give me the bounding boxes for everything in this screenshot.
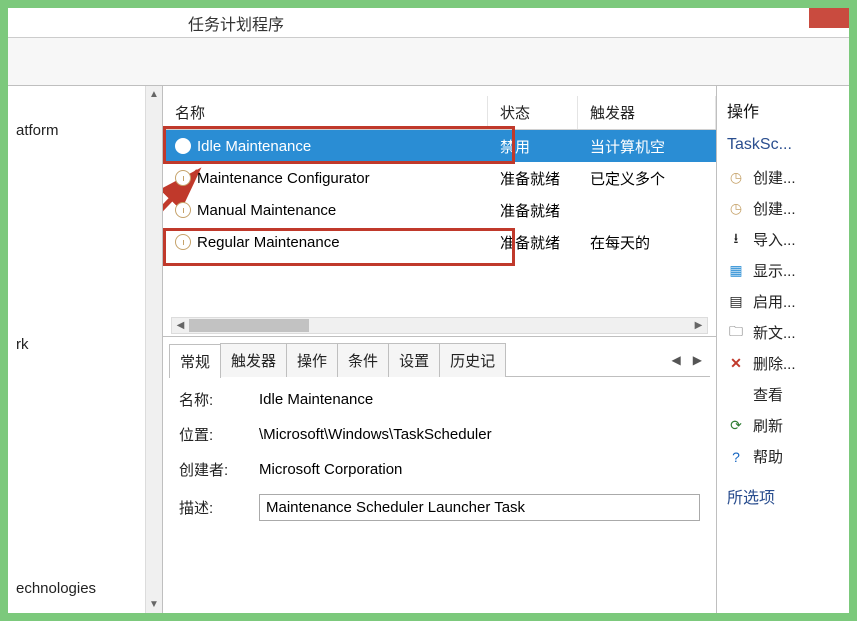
- scroll-down-icon[interactable]: ▼: [146, 596, 162, 613]
- description-input[interactable]: [259, 494, 700, 521]
- tree-pane: atform rk echnologies ▲ ▼: [8, 86, 163, 613]
- tab-history[interactable]: 历史记: [439, 343, 506, 377]
- action-label: 新文...: [753, 322, 796, 343]
- clock-icon: [175, 170, 191, 186]
- action-label: 导入...: [753, 229, 796, 250]
- action-label: 创建...: [753, 167, 796, 188]
- clock-icon: ◷: [727, 169, 745, 187]
- action-label: 显示...: [753, 260, 796, 281]
- action-label: 删除...: [753, 353, 796, 374]
- task-state: 准备就绪: [488, 196, 578, 225]
- action-help[interactable]: ? 帮助: [721, 441, 845, 472]
- action-show[interactable]: ▦ 显示...: [721, 255, 845, 286]
- details-pane: 常规 触发器 操作 条件 设置 历史记 ◀ ▶ 名称: Idle Mainten…: [163, 336, 716, 613]
- refresh-icon: ⟳: [727, 417, 745, 435]
- tab-scroll[interactable]: ◀ ▶: [668, 351, 710, 369]
- action-label: 启用...: [753, 291, 796, 312]
- task-row[interactable]: Maintenance Configurator 准备就绪 已定义多个: [163, 162, 716, 194]
- tree-item[interactable]: echnologies: [8, 574, 162, 603]
- action-label: 查看: [753, 384, 783, 405]
- general-form: 名称: Idle Maintenance 位置: \Microsoft\Wind…: [169, 377, 710, 547]
- task-trigger: [578, 206, 716, 214]
- tab-settings[interactable]: 设置: [388, 343, 440, 377]
- action-label: 帮助: [753, 446, 783, 467]
- center-pane: 名称 状态 触发器 Idle Maintenance 禁用 当计算机空 Main…: [163, 86, 717, 613]
- column-trigger[interactable]: 触发器: [578, 96, 716, 129]
- delete-icon: ✕: [727, 355, 745, 373]
- task-list: 名称 状态 触发器 Idle Maintenance 禁用 当计算机空 Main…: [163, 86, 716, 336]
- actions-section-title: TaskSc...: [721, 132, 845, 162]
- import-icon: ⭳: [727, 231, 745, 249]
- label-location: 位置:: [179, 424, 259, 445]
- action-delete[interactable]: ✕ 删除...: [721, 348, 845, 379]
- app-window: 任务计划程序 atform rk echnologies ▲ ▼: [0, 0, 857, 621]
- task-trigger: 当计算机空: [578, 132, 716, 161]
- chevron-left-icon[interactable]: ◀: [668, 351, 685, 369]
- value-location: \Microsoft\Windows\TaskScheduler: [259, 426, 700, 443]
- task-name: Idle Maintenance: [197, 138, 311, 155]
- scroll-left-icon[interactable]: ◀: [172, 318, 189, 333]
- tab-actions[interactable]: 操作: [286, 343, 338, 377]
- action-label: 刷新: [753, 415, 783, 436]
- action-create-task[interactable]: ◷ 创建...: [721, 193, 845, 224]
- window-title: 任务计划程序: [188, 11, 284, 35]
- tab-general[interactable]: 常规: [169, 344, 221, 378]
- task-row[interactable]: Manual Maintenance 准备就绪: [163, 194, 716, 226]
- action-refresh[interactable]: ⟳ 刷新: [721, 410, 845, 441]
- task-columns-header: 名称 状态 触发器: [163, 86, 716, 130]
- main-area: atform rk echnologies ▲ ▼ 名称: [8, 86, 849, 613]
- task-trigger: 在每天的: [578, 228, 716, 257]
- tree-item[interactable]: rk: [8, 330, 162, 359]
- vertical-scrollbar[interactable]: ▲ ▼: [145, 86, 162, 613]
- column-name[interactable]: 名称: [163, 96, 488, 129]
- tab-conditions[interactable]: 条件: [337, 343, 389, 377]
- show-icon: ▦: [727, 262, 745, 280]
- clock-icon: [175, 202, 191, 218]
- task-name: Maintenance Configurator: [197, 170, 370, 187]
- value-name: Idle Maintenance: [259, 391, 700, 408]
- horizontal-scrollbar[interactable]: ◀ ▶: [171, 317, 708, 334]
- task-trigger: 已定义多个: [578, 164, 716, 193]
- action-view[interactable]: 查看: [721, 379, 845, 410]
- task-row[interactable]: Idle Maintenance 禁用 当计算机空: [163, 130, 716, 162]
- action-create-basic[interactable]: ◷ 创建...: [721, 162, 845, 193]
- column-state[interactable]: 状态: [488, 96, 578, 129]
- help-icon: ?: [727, 448, 745, 466]
- view-icon: [727, 386, 745, 404]
- task-state: 准备就绪: [488, 164, 578, 193]
- scroll-right-icon[interactable]: ▶: [690, 318, 707, 333]
- label-author: 创建者:: [179, 459, 259, 480]
- task-state: 禁用: [488, 132, 578, 161]
- scroll-up-icon[interactable]: ▲: [146, 86, 162, 103]
- newfolder-icon: 🗀: [727, 324, 745, 342]
- enable-icon: ▤: [727, 293, 745, 311]
- toolbar: [8, 38, 849, 86]
- value-author: Microsoft Corporation: [259, 461, 700, 478]
- action-label: 创建...: [753, 198, 796, 219]
- close-button[interactable]: [809, 8, 849, 28]
- tab-triggers[interactable]: 触发器: [220, 343, 287, 377]
- scroll-thumb[interactable]: [189, 319, 309, 332]
- task-name: Regular Maintenance: [197, 234, 340, 251]
- action-import[interactable]: ⭳ 导入...: [721, 224, 845, 255]
- task-state: 准备就绪: [488, 228, 578, 257]
- actions-pane: 操作 TaskSc... ◷ 创建... ◷ 创建... ⭳ 导入... ▦ 显示...…: [717, 86, 849, 613]
- chevron-right-icon[interactable]: ▶: [689, 351, 706, 369]
- action-new-folder[interactable]: 🗀 新文...: [721, 317, 845, 348]
- titlebar: 任务计划程序: [8, 8, 849, 38]
- label-name: 名称:: [179, 389, 259, 410]
- tree-item[interactable]: atform: [8, 116, 162, 145]
- detail-tabs: 常规 触发器 操作 条件 设置 历史记 ◀ ▶: [169, 343, 710, 377]
- action-enable[interactable]: ▤ 启用...: [721, 286, 845, 317]
- actions-header: 操作: [721, 92, 845, 132]
- task-name: Manual Maintenance: [197, 202, 336, 219]
- clock-icon: [175, 234, 191, 250]
- clock-icon: [175, 138, 191, 154]
- task-row[interactable]: Regular Maintenance 准备就绪 在每天的: [163, 226, 716, 258]
- label-description: 描述:: [179, 497, 259, 518]
- clock-icon: ◷: [727, 200, 745, 218]
- actions-selected-title: 所选项: [721, 480, 845, 516]
